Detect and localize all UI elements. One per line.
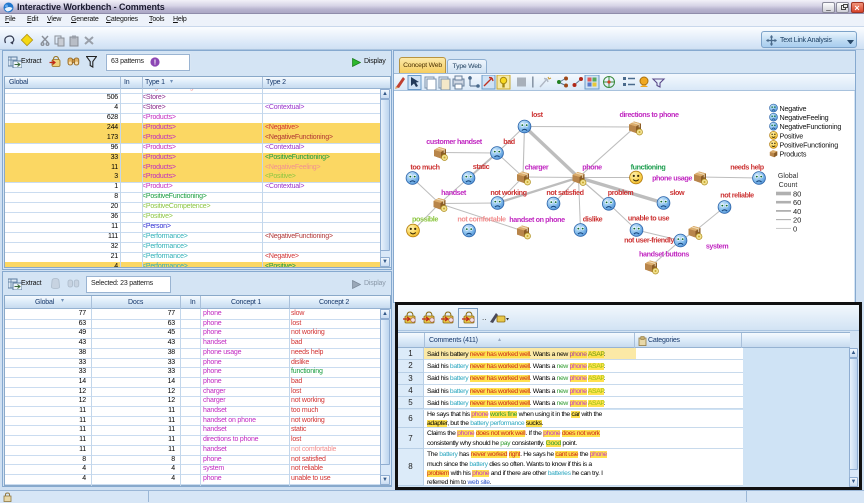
svg-text:customer handset: customer handset xyxy=(426,137,483,146)
svg-text:NegativeFunctioning: NegativeFunctioning xyxy=(780,122,842,131)
svg-text:Count: Count xyxy=(779,182,798,189)
svg-text:Negative: Negative xyxy=(780,104,807,113)
svg-text:phone: phone xyxy=(582,163,602,172)
svg-text:dislike: dislike xyxy=(583,215,603,224)
svg-text:PositiveFunctioning: PositiveFunctioning xyxy=(780,140,839,149)
svg-text:40: 40 xyxy=(793,207,801,216)
svg-text:bad: bad xyxy=(503,137,515,146)
svg-text:not reliable: not reliable xyxy=(720,191,754,200)
svg-text:possible: possible xyxy=(412,215,438,224)
svg-text:60: 60 xyxy=(793,198,801,207)
svg-text:Global: Global xyxy=(778,173,799,180)
svg-text:0: 0 xyxy=(793,224,797,233)
svg-text:not user-friendly: not user-friendly xyxy=(624,236,674,245)
svg-text:handset: handset xyxy=(441,188,467,197)
svg-text:charger: charger xyxy=(525,163,549,172)
svg-text:slow: slow xyxy=(670,188,685,197)
svg-text:not comfortable: not comfortable xyxy=(457,215,506,224)
svg-text:problem: problem xyxy=(608,188,634,197)
svg-text:too much: too much xyxy=(410,163,439,172)
svg-text:unable to use: unable to use xyxy=(628,214,670,223)
svg-text:static: static xyxy=(473,162,490,171)
svg-text:!: ! xyxy=(154,58,157,67)
svg-text:20: 20 xyxy=(793,216,801,225)
svg-text:not working: not working xyxy=(490,188,526,197)
svg-text:not satisfied: not satisfied xyxy=(546,188,583,197)
svg-text:handset on phone: handset on phone xyxy=(509,215,565,224)
svg-text:NegativeFeeling: NegativeFeeling xyxy=(780,113,829,122)
svg-text:system: system xyxy=(706,242,728,251)
svg-text:functioning: functioning xyxy=(631,163,666,172)
svg-text:phone usage: phone usage xyxy=(652,174,692,183)
svg-text:handset buttons: handset buttons xyxy=(639,250,689,259)
svg-text:directions to phone: directions to phone xyxy=(619,110,678,119)
svg-text:Positive: Positive xyxy=(780,131,804,140)
svg-text:needs help: needs help xyxy=(730,163,765,172)
svg-text:lost: lost xyxy=(531,110,543,119)
svg-text:80: 80 xyxy=(793,190,801,199)
svg-text:Products: Products xyxy=(780,150,807,159)
